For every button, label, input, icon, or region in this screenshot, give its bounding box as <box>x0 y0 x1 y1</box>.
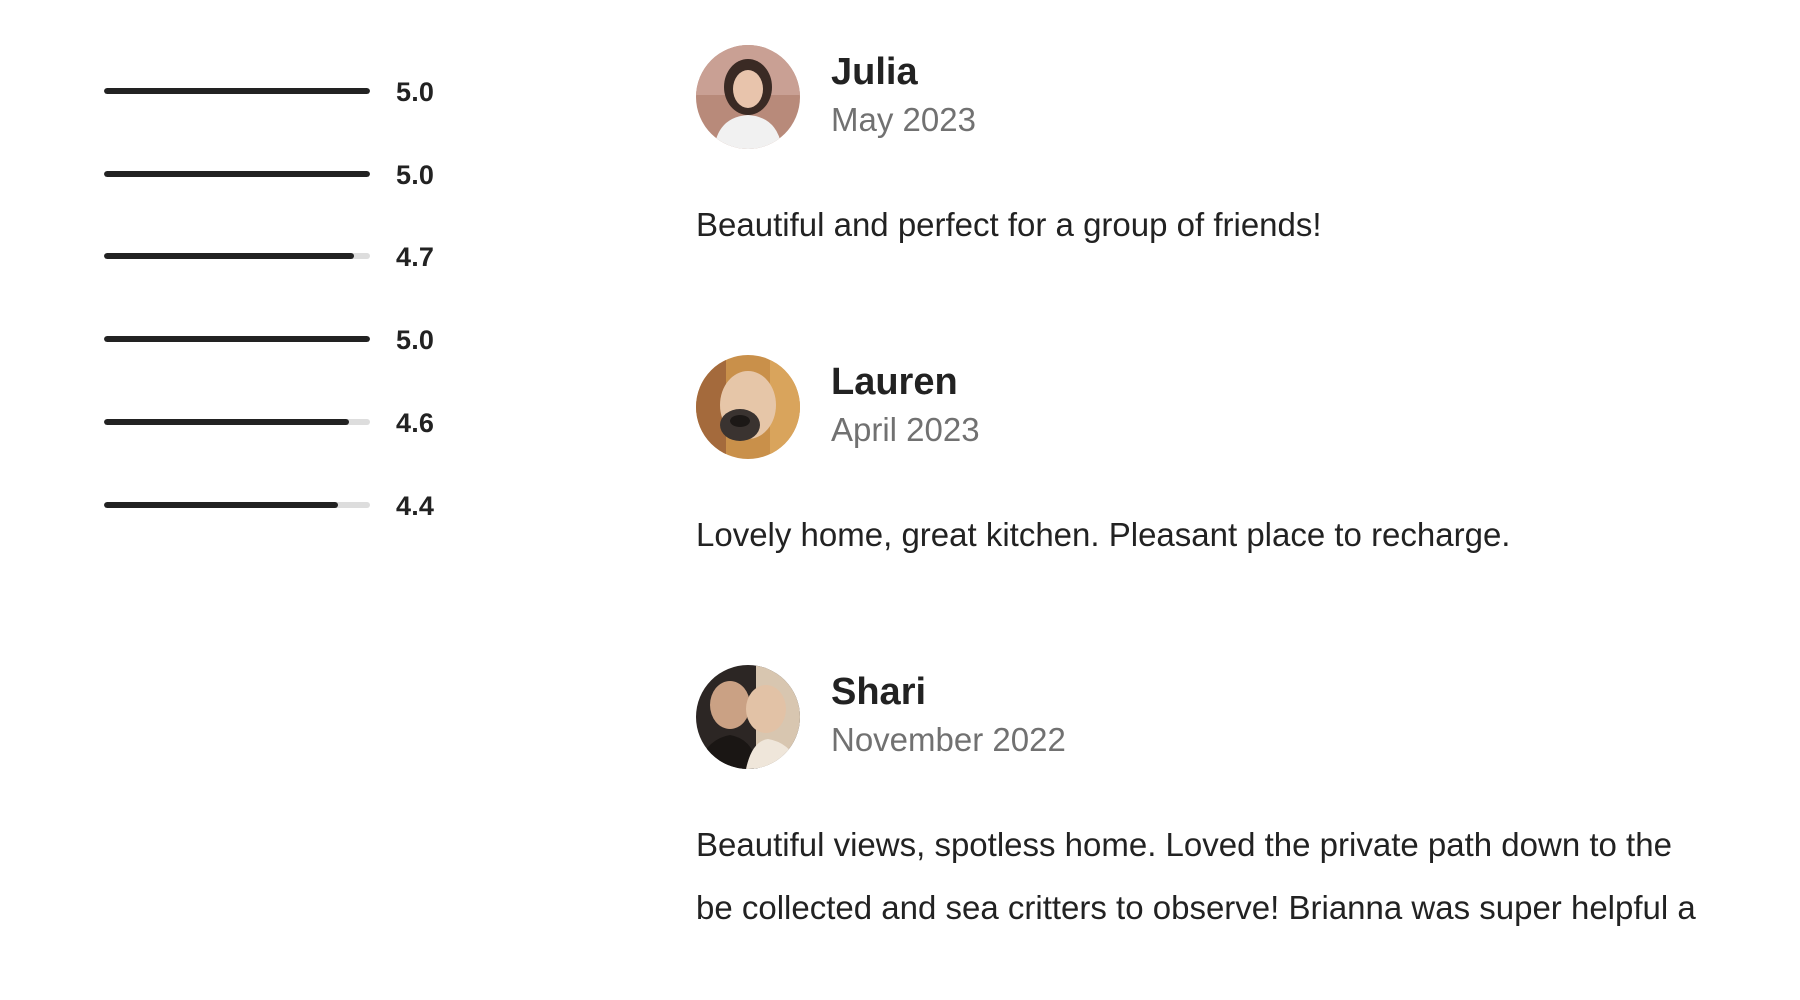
rating-bar-track <box>104 502 370 508</box>
reviewer-name: Shari <box>831 671 927 713</box>
review-card: Shari November 2022 Beautiful views, spo… <box>696 665 1800 926</box>
review-date: April 2023 <box>831 411 980 448</box>
review-text-line: be collected and sea critters to observe… <box>696 889 1696 926</box>
review-text: Beautiful and perfect for a group of fri… <box>696 206 1322 243</box>
review-header: Lauren April 2023 <box>696 355 1800 461</box>
reviewer-avatar[interactable] <box>696 45 800 149</box>
reviews-list: Julia May 2023 Beautiful and perfect for… <box>696 0 1800 1000</box>
review-date: November 2022 <box>831 721 1066 758</box>
rating-bar-fill <box>104 502 339 508</box>
julia-avatar <box>696 45 800 149</box>
rating-bar-track <box>104 336 370 342</box>
rating-bar-track <box>104 419 370 425</box>
rating-value: 5.0 <box>396 160 435 190</box>
review-date: May 2023 <box>831 101 976 138</box>
review-header: Shari November 2022 <box>696 665 1800 771</box>
lauren-avatar <box>696 355 800 459</box>
reviewer-name: Julia <box>831 51 918 93</box>
reviewer-avatar[interactable] <box>696 355 800 459</box>
review-text-line: Beautiful views, spotless home. Loved th… <box>696 826 1672 863</box>
reviewer-name: Lauren <box>831 361 958 403</box>
rating-row: 5.0 <box>104 161 444 191</box>
rating-bar-fill <box>104 171 370 177</box>
rating-row: 4.6 <box>104 409 444 439</box>
rating-row: 4.7 <box>104 243 444 273</box>
rating-bar-fill <box>104 253 355 259</box>
rating-bar-fill <box>104 88 370 94</box>
reviewer-avatar[interactable] <box>696 665 800 769</box>
rating-row: 5.0 <box>104 326 444 356</box>
rating-bar-track <box>104 88 370 94</box>
rating-bar-fill <box>104 336 370 342</box>
review-card: Lauren April 2023 Lovely home, great kit… <box>696 355 1800 553</box>
review-text: Lovely home, great kitchen. Pleasant pla… <box>696 516 1511 553</box>
category-ratings: 5.0 5.0 4.7 5.0 4.6 4.4 <box>0 0 560 1000</box>
shari-avatar <box>696 665 800 769</box>
rating-value: 5.0 <box>396 325 435 355</box>
rating-value: 4.6 <box>396 408 435 438</box>
review-header: Julia May 2023 <box>696 45 1800 151</box>
rating-bar-fill <box>104 419 349 425</box>
rating-row: 5.0 <box>104 78 444 108</box>
rating-value: 5.0 <box>396 77 435 107</box>
rating-value: 4.4 <box>396 491 435 521</box>
rating-value: 4.7 <box>396 242 435 272</box>
rating-bar-track <box>104 253 370 259</box>
rating-bar-track <box>104 171 370 177</box>
rating-row: 4.4 <box>104 492 444 522</box>
review-card: Julia May 2023 Beautiful and perfect for… <box>696 45 1800 243</box>
